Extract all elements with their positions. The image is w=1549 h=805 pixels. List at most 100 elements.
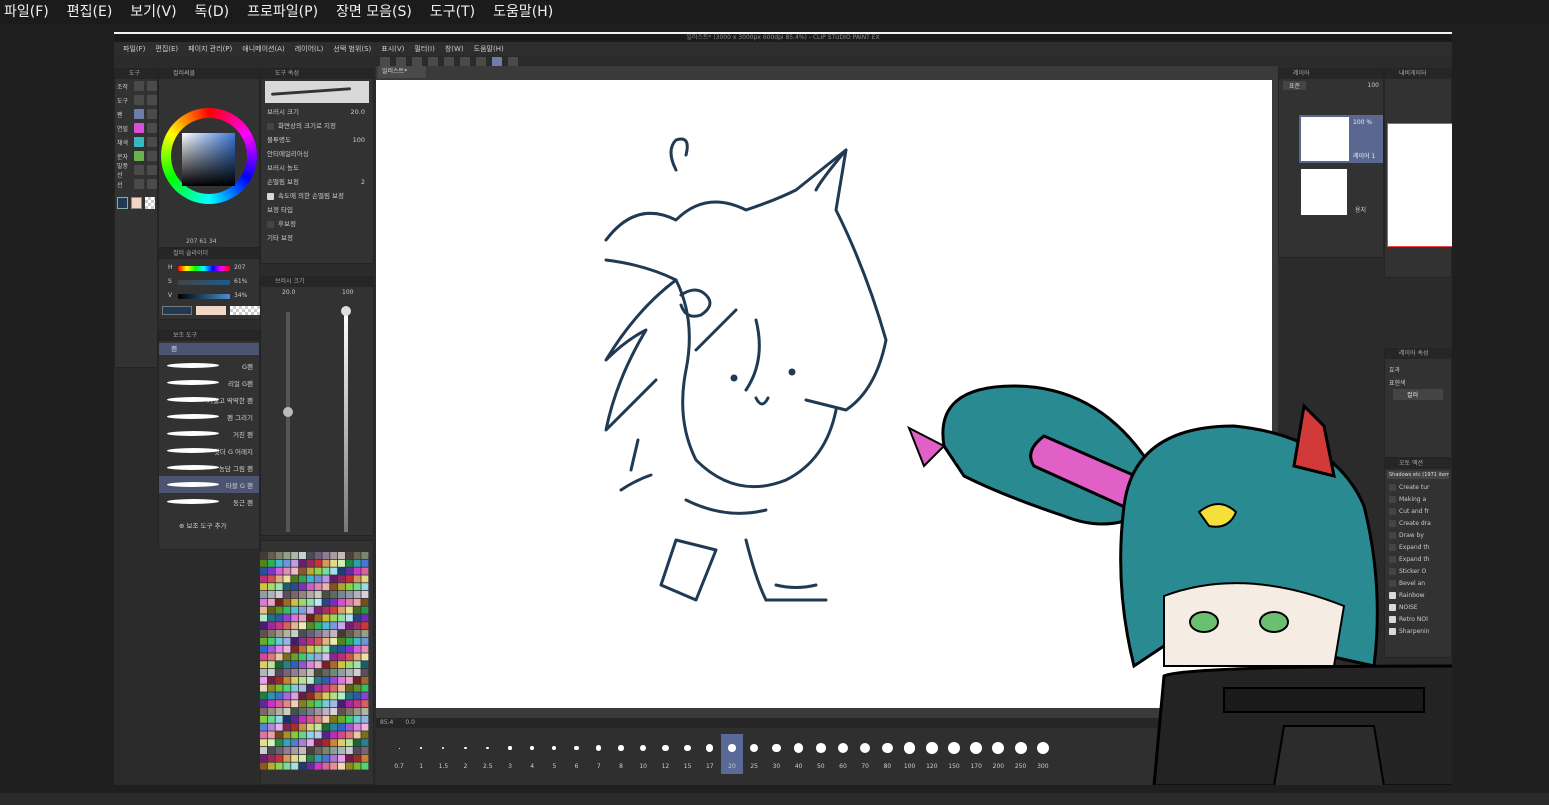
palette-swatch[interactable] <box>260 552 267 559</box>
correction-type-row[interactable]: 보정 타입 <box>261 203 373 217</box>
palette-swatch[interactable] <box>283 739 291 747</box>
palette-swatch[interactable] <box>291 552 299 559</box>
palette-swatch[interactable] <box>353 575 361 583</box>
palette-swatch[interactable] <box>299 552 306 559</box>
palette-swatch[interactable] <box>267 684 275 692</box>
palette-swatch[interactable] <box>330 676 338 684</box>
palette-swatch[interactable] <box>353 614 361 622</box>
palette-swatch[interactable] <box>361 614 369 622</box>
palette-swatch[interactable] <box>330 739 338 747</box>
brush-size-option[interactable]: 17 <box>699 734 721 774</box>
palette-swatch[interactable] <box>338 567 345 575</box>
post-correction-row[interactable]: 후보정 <box>261 217 373 231</box>
palette-swatch[interactable] <box>283 708 291 715</box>
palette-swatch[interactable] <box>322 669 330 676</box>
palette-swatch[interactable] <box>322 692 330 700</box>
palette-swatch[interactable] <box>314 606 322 614</box>
palette-swatch[interactable] <box>361 762 369 770</box>
palette-swatch[interactable] <box>260 692 267 700</box>
lasso-tool-icon[interactable] <box>134 95 144 105</box>
palette-swatch[interactable] <box>306 622 314 630</box>
palette-swatch[interactable] <box>306 669 314 676</box>
palette-swatch[interactable] <box>306 614 314 622</box>
palette-swatch[interactable] <box>353 591 361 598</box>
palette-swatch[interactable] <box>361 715 369 723</box>
palette-swatch[interactable] <box>306 739 314 747</box>
palette-swatch[interactable] <box>291 661 299 669</box>
palette-swatch[interactable] <box>314 754 322 762</box>
palette-swatch[interactable] <box>322 614 330 622</box>
brush-size-option[interactable]: 6 <box>566 734 588 774</box>
eraser-tool-icon[interactable] <box>147 109 157 119</box>
palette-swatch[interactable] <box>314 559 322 567</box>
palette-swatch[interactable] <box>322 591 330 598</box>
palette-swatch[interactable] <box>338 692 345 700</box>
palette-swatch[interactable] <box>283 552 291 559</box>
palette-swatch[interactable] <box>353 645 361 653</box>
brush-tool-icon[interactable] <box>147 123 157 133</box>
layer-row-paper[interactable]: 용지 <box>1299 167 1383 215</box>
palette-swatch[interactable] <box>314 583 322 591</box>
palette-swatch[interactable] <box>260 754 267 762</box>
blend-mode-select[interactable]: 표준 <box>1283 80 1307 90</box>
brush-item[interactable]: 둥근 펜 <box>159 493 259 510</box>
palette-swatch[interactable] <box>260 731 267 739</box>
palette-swatch[interactable] <box>330 715 338 723</box>
palette-swatch[interactable] <box>338 700 345 708</box>
sub-tool-tab[interactable]: 보조 도구 <box>159 331 259 341</box>
palette-swatch[interactable] <box>314 630 322 637</box>
palette-swatch[interactable] <box>299 684 306 692</box>
move-tool-icon[interactable] <box>147 81 157 91</box>
palette-swatch[interactable] <box>361 622 369 630</box>
post-correction-checkbox[interactable] <box>267 220 274 228</box>
ruler-tool-icon[interactable] <box>147 165 157 175</box>
palette-swatch[interactable] <box>361 591 369 598</box>
palette-swatch[interactable] <box>322 731 330 739</box>
palette-swatch[interactable] <box>353 669 361 676</box>
palette-swatch[interactable] <box>283 684 291 692</box>
palette-swatch[interactable] <box>306 637 314 645</box>
speed-stabilization-checkbox[interactable] <box>267 192 274 200</box>
palette-swatch[interactable] <box>291 684 299 692</box>
palette-swatch[interactable] <box>353 598 361 606</box>
palette-swatch[interactable] <box>345 575 353 583</box>
palette-swatch[interactable] <box>275 653 283 661</box>
palette-swatch[interactable] <box>353 723 361 731</box>
palette-swatch[interactable] <box>291 630 299 637</box>
palette-swatch[interactable] <box>260 700 267 708</box>
palette-swatch[interactable] <box>322 762 330 770</box>
palette-swatch[interactable] <box>353 622 361 630</box>
palette-swatch[interactable] <box>306 747 314 754</box>
palette-swatch[interactable] <box>314 645 322 653</box>
palette-swatch[interactable] <box>260 630 267 637</box>
palette-swatch[interactable] <box>338 606 345 614</box>
palette-swatch[interactable] <box>314 622 322 630</box>
palette-swatch[interactable] <box>330 669 338 676</box>
palette-swatch[interactable] <box>299 622 306 630</box>
menu-view[interactable]: 보기(V) <box>121 0 185 24</box>
palette-swatch[interactable] <box>306 559 314 567</box>
palette-swatch[interactable] <box>306 723 314 731</box>
palette-swatch[interactable] <box>283 700 291 708</box>
palette-swatch[interactable] <box>267 653 275 661</box>
palette-swatch[interactable] <box>353 567 361 575</box>
sub-color-chip[interactable] <box>196 306 226 315</box>
palette-swatch[interactable] <box>338 669 345 676</box>
brush-item[interactable]: G펜 <box>159 357 259 374</box>
palette-swatch[interactable] <box>330 684 338 692</box>
palette-swatch[interactable] <box>283 676 291 684</box>
main-color-chip[interactable] <box>162 306 192 315</box>
palette-swatch[interactable] <box>283 630 291 637</box>
palette-swatch[interactable] <box>275 622 283 630</box>
gradient-tool-icon[interactable] <box>147 137 157 147</box>
palette-swatch[interactable] <box>330 559 338 567</box>
opacity-handle-right[interactable] <box>341 306 351 316</box>
palette-swatch[interactable] <box>361 754 369 762</box>
palette-swatch[interactable] <box>338 630 345 637</box>
palette-swatch[interactable] <box>361 552 369 559</box>
palette-swatch[interactable] <box>338 575 345 583</box>
palette-swatch[interactable] <box>345 661 353 669</box>
palette-swatch[interactable] <box>330 762 338 770</box>
palette-swatch[interactable] <box>314 700 322 708</box>
layer-row-1[interactable]: 100 % 레이어 1 <box>1299 115 1383 163</box>
